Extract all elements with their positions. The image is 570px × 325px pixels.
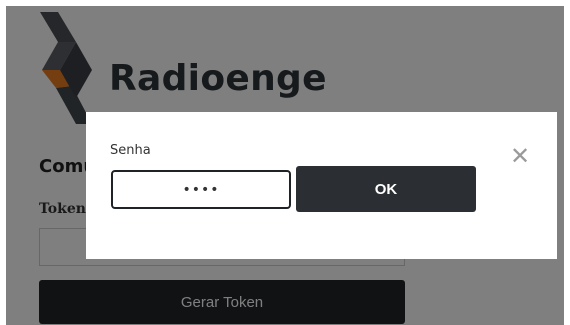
password-input[interactable] <box>111 170 291 209</box>
password-label: Senha <box>110 143 151 158</box>
page: Radioenge Comu Token Gerar Token Senha O… <box>0 0 570 325</box>
close-icon[interactable]: ✕ <box>510 144 530 168</box>
password-dialog: Senha OK ✕ <box>86 112 557 259</box>
ok-button[interactable]: OK <box>296 166 476 212</box>
